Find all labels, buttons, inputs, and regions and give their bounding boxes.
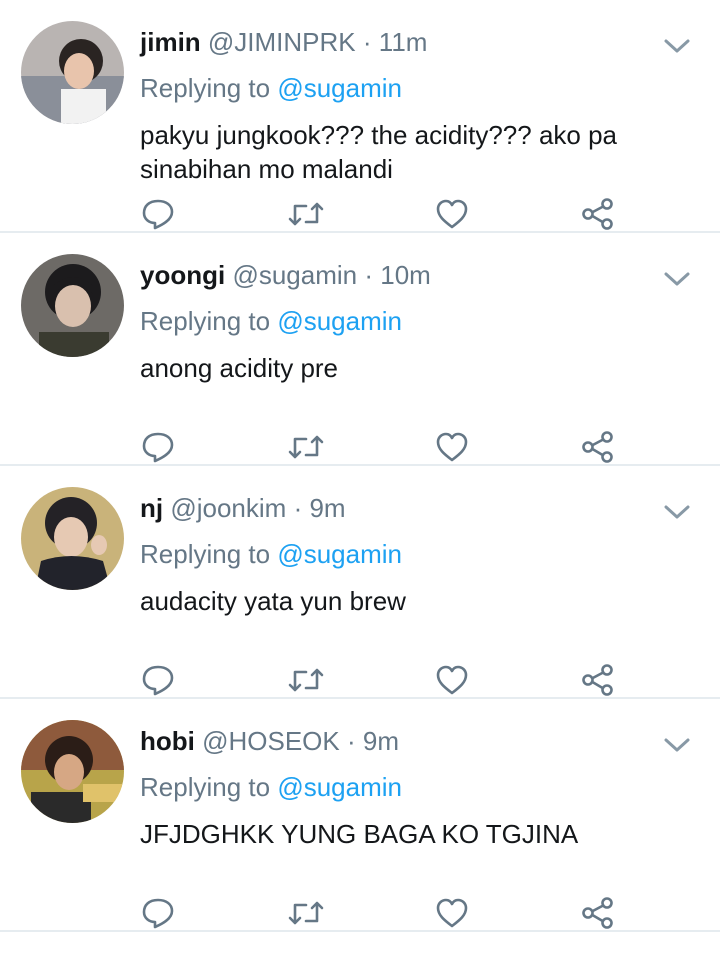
chevron-down-icon[interactable] <box>660 733 694 757</box>
reply-icon[interactable] <box>140 429 176 465</box>
chevron-down-icon[interactable] <box>660 34 694 58</box>
tweet-text: audacity yata yun brew <box>140 586 406 616</box>
reply-icon[interactable] <box>140 196 176 232</box>
timestamp[interactable]: 10m <box>380 260 431 290</box>
mention-link[interactable]: @sugamin <box>277 73 402 103</box>
tweet-card[interactable]: hobi @HOSEOK · 9m Replying to @sugamin J… <box>0 699 720 932</box>
separator-dot: · <box>347 726 356 756</box>
tweet-actions <box>140 662 640 702</box>
tweet-header: jimin @JIMINPRK · 11m <box>140 26 427 58</box>
like-icon[interactable] <box>434 429 470 465</box>
separator-dot: · <box>362 27 372 57</box>
tweet-header: hobi @HOSEOK · 9m <box>140 725 399 757</box>
mention-link[interactable]: @sugamin <box>277 539 402 569</box>
tweet-card[interactable]: yoongi @sugamin · 10m Replying to @sugam… <box>0 233 720 466</box>
avatar[interactable] <box>21 487 124 590</box>
display-name[interactable]: hobi <box>140 726 195 756</box>
replying-to-label: Replying to <box>140 539 271 569</box>
reply-icon[interactable] <box>140 895 176 931</box>
tweet-header: yoongi @sugamin · 10m <box>140 259 431 291</box>
replying-to-label: Replying to <box>140 306 271 336</box>
timestamp[interactable]: 11m <box>379 27 428 57</box>
reply-icon[interactable] <box>140 662 176 698</box>
avatar[interactable] <box>21 254 124 357</box>
replying-to-label: Replying to <box>140 772 271 802</box>
like-icon[interactable] <box>434 662 470 698</box>
separator-dot: · <box>293 493 303 523</box>
user-handle[interactable]: @HOSEOK <box>202 726 340 756</box>
replying-to: Replying to @sugamin <box>140 771 402 803</box>
share-icon[interactable] <box>580 429 616 465</box>
chevron-down-icon[interactable] <box>660 500 694 524</box>
replying-to-label: Replying to <box>140 73 271 103</box>
tweet-card[interactable]: jimin @JIMINPRK · 11m Replying to @sugam… <box>0 0 720 233</box>
tweet-actions <box>140 895 640 935</box>
tweet-text: pakyu jungkook??? the acidity??? ako pa … <box>140 120 618 184</box>
tweet-actions <box>140 196 640 236</box>
mention-link[interactable]: @sugamin <box>277 306 402 336</box>
avatar[interactable] <box>21 21 124 124</box>
retweet-icon[interactable] <box>286 429 324 465</box>
tweet-text: anong acidity pre <box>140 353 339 383</box>
share-icon[interactable] <box>580 196 616 232</box>
separator-dot: · <box>364 260 374 290</box>
chevron-down-icon[interactable] <box>660 267 694 291</box>
avatar[interactable] <box>21 720 124 823</box>
like-icon[interactable] <box>434 196 470 232</box>
share-icon[interactable] <box>580 662 616 698</box>
retweet-icon[interactable] <box>286 196 324 232</box>
retweet-icon[interactable] <box>286 662 324 698</box>
display-name[interactable]: jimin <box>140 27 201 57</box>
tweet-text: JFJDGHKK YUNG BAGA KO TGJINA <box>140 819 579 849</box>
timestamp[interactable]: 9m <box>309 493 345 523</box>
user-handle[interactable]: @joonkim <box>170 493 286 523</box>
like-icon[interactable] <box>434 895 470 931</box>
timestamp[interactable]: 9m <box>363 726 399 756</box>
tweet-actions <box>140 429 640 469</box>
replying-to: Replying to @sugamin <box>140 305 402 337</box>
display-name[interactable]: yoongi <box>140 260 225 290</box>
retweet-icon[interactable] <box>286 895 324 931</box>
display-name[interactable]: nj <box>140 493 163 523</box>
replying-to: Replying to @sugamin <box>140 538 402 570</box>
mention-link[interactable]: @sugamin <box>277 772 402 802</box>
user-handle[interactable]: @sugamin <box>232 260 357 290</box>
replying-to: Replying to @sugamin <box>140 72 402 104</box>
tweet-card[interactable]: nj @joonkim · 9m Replying to @sugamin au… <box>0 466 720 699</box>
user-handle[interactable]: @JIMINPRK <box>208 27 356 57</box>
tweet-header: nj @joonkim · 9m <box>140 492 346 524</box>
share-icon[interactable] <box>580 895 616 931</box>
